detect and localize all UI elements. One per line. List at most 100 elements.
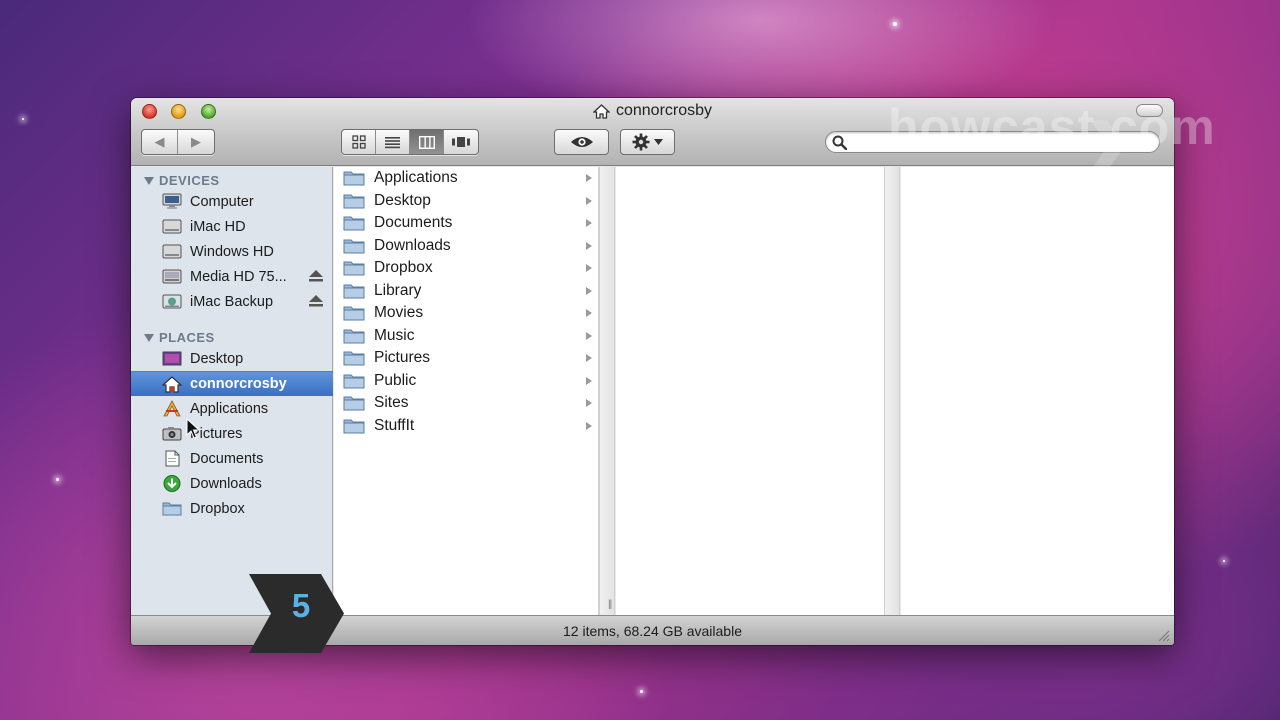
back-button[interactable]: ◀	[142, 130, 178, 154]
sidebar-item-label: Documents	[190, 450, 264, 467]
sidebar-item-connorcrosby[interactable]: connorcrosby	[131, 371, 333, 396]
sidebar-item-label: Applications	[190, 400, 269, 417]
sidebar-item-label: iMac Backup	[190, 293, 274, 310]
sidebar-item-desktop[interactable]: Desktop	[131, 346, 333, 371]
sidebar-item-computer[interactable]: Computer	[131, 189, 333, 214]
gear-icon	[632, 133, 650, 151]
column-divider	[884, 167, 900, 615]
folder-icon	[343, 239, 365, 253]
disclosure-arrow-icon	[586, 264, 592, 272]
home-icon	[592, 103, 610, 119]
sidebar-item-downloads[interactable]: Downloads	[131, 471, 333, 496]
sidebar-item-dropbox[interactable]: Dropbox	[131, 496, 333, 521]
forward-button[interactable]: ▶	[178, 130, 214, 154]
disclosure-arrow-icon	[586, 309, 592, 317]
browser-column-1: Applications Desktop Documents Downloads…	[334, 167, 599, 615]
column-item-label: Public	[374, 371, 417, 389]
columns-icon	[418, 135, 435, 149]
disclosure-arrow-icon	[586, 399, 592, 407]
star	[22, 118, 24, 120]
navigation-buttons: ◀ ▶	[141, 129, 215, 155]
sidebar-item-label: iMac HD	[190, 218, 246, 235]
camera-icon	[162, 425, 182, 442]
disclosure-arrow-icon	[586, 219, 592, 227]
sidebar-item-label: Windows HD	[190, 243, 274, 260]
star	[1223, 560, 1225, 562]
sidebar-item-label: Media HD 75...	[190, 268, 287, 285]
column-item-label: Pictures	[374, 349, 430, 366]
applications-icon	[162, 400, 182, 417]
column-item-documents[interactable]: Documents	[334, 212, 599, 234]
column-resize-handle[interactable]: ||	[608, 599, 612, 610]
download-icon	[162, 475, 182, 492]
disclosure-triangle-icon	[144, 333, 154, 342]
column-item-pictures[interactable]: Pictures	[334, 347, 599, 369]
eject-icon[interactable]	[309, 295, 323, 307]
column-view-button[interactable]	[410, 130, 444, 154]
view-mode-buttons	[341, 129, 479, 155]
star	[56, 478, 59, 481]
cover-flow-button[interactable]	[444, 130, 478, 154]
disclosure-arrow-icon	[586, 376, 592, 385]
disclosure-arrow-icon	[586, 286, 592, 295]
devices-header-label: DEVICES	[159, 173, 220, 188]
document-icon	[162, 450, 182, 467]
column-item-applications[interactable]: Applications	[334, 167, 599, 189]
column-item-label: Applications	[374, 169, 458, 186]
column-item-label: Sites	[374, 394, 409, 411]
folder-icon	[343, 306, 365, 321]
column-item-label: Documents	[374, 214, 453, 231]
column-item-public[interactable]: Public	[334, 370, 599, 392]
column-item-stuffit[interactable]: StuffIt	[334, 415, 599, 437]
column-item-label: Desktop	[374, 191, 431, 209]
sidebar-item-applications[interactable]: Applications	[131, 396, 333, 421]
column-item-dropbox[interactable]: Dropbox	[334, 257, 599, 279]
folder-icon	[162, 500, 182, 517]
column-item-desktop[interactable]: Desktop	[334, 190, 599, 212]
hard-drive-icon	[162, 243, 182, 260]
folder-icon	[343, 374, 365, 388]
sidebar-item-label: Dropbox	[190, 500, 245, 517]
folder-icon	[343, 194, 365, 208]
computer-icon	[162, 193, 182, 210]
folder-icon	[343, 216, 365, 231]
column-item-downloads[interactable]: Downloads	[334, 235, 599, 257]
resize-grip-icon[interactable]	[1156, 628, 1170, 642]
sidebar-item-media-hd[interactable]: Media HD 75...	[131, 264, 333, 289]
sidebar-item-documents[interactable]: Documents	[131, 446, 333, 471]
watermark-logo: howcast.com	[888, 99, 1216, 155]
devices-header[interactable]: DEVICES	[144, 173, 220, 188]
disclosure-arrow-icon	[586, 421, 592, 430]
column-item-music[interactable]: Music	[334, 325, 599, 347]
folder-icon	[343, 329, 365, 343]
cover-flow-icon	[452, 137, 470, 147]
eject-icon[interactable]	[309, 270, 323, 282]
quick-look-button[interactable]	[554, 129, 609, 155]
finder-window: connorcrosby ◀ ▶ DEVICES Computer iMac H…	[131, 98, 1174, 645]
hard-drive-icon	[162, 268, 182, 285]
sidebar-item-imac-hd[interactable]: iMac HD	[131, 214, 333, 239]
column-item-sites[interactable]: Sites	[334, 392, 599, 414]
sidebar-item-label: Downloads	[190, 475, 262, 492]
sidebar-item-pictures[interactable]: Pictures	[131, 421, 333, 446]
sidebar-item-imac-backup[interactable]: iMac Backup	[131, 289, 333, 314]
disclosure-triangle-icon	[144, 176, 154, 185]
column-item-movies[interactable]: Movies	[334, 302, 599, 324]
folder-icon	[343, 261, 365, 276]
mouse-cursor-icon	[186, 418, 200, 439]
folder-icon	[343, 284, 365, 298]
sidebar-item-windows-hd[interactable]: Windows HD	[131, 239, 333, 264]
icon-view-button[interactable]	[342, 130, 376, 154]
action-menu-button[interactable]	[620, 129, 675, 155]
folder-icon	[343, 419, 365, 433]
desktop-icon	[162, 350, 182, 367]
column-item-library[interactable]: Library	[334, 280, 599, 302]
hard-drive-icon	[162, 218, 182, 235]
browser-column-2	[616, 167, 884, 615]
list-icon	[385, 136, 400, 148]
list-view-button[interactable]	[376, 130, 410, 154]
places-header[interactable]: PLACES	[144, 330, 215, 345]
column-item-label: Dropbox	[374, 259, 433, 276]
column-item-label: Movies	[374, 304, 424, 321]
grid-icon	[351, 135, 366, 149]
